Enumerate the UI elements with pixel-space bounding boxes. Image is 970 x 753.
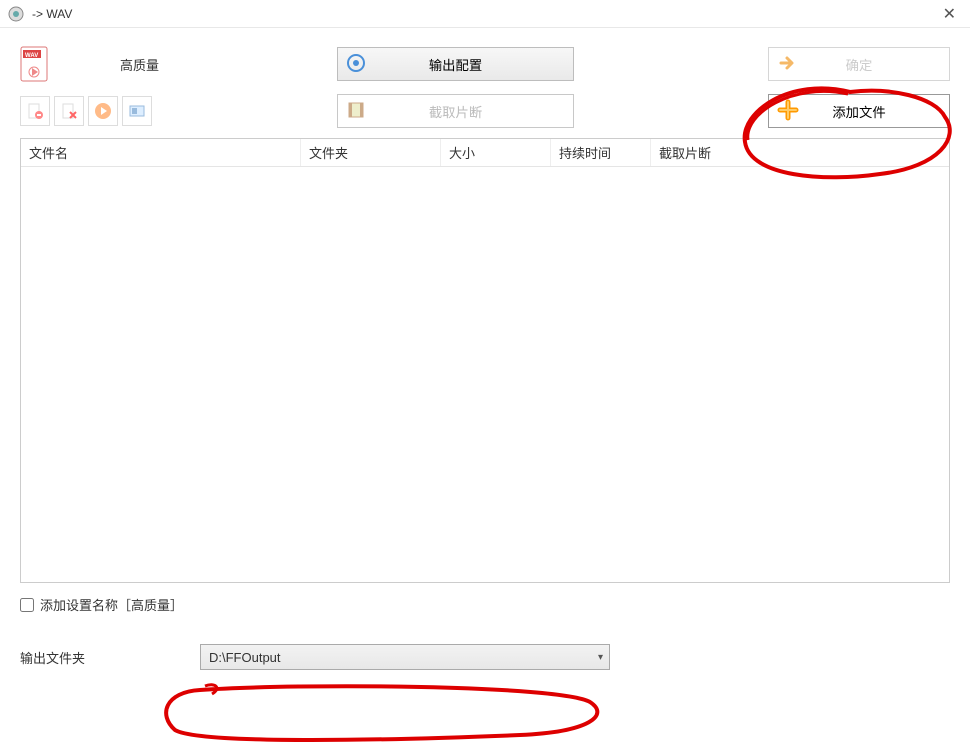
annotation-circle-output-folder: [150, 680, 630, 753]
output-folder-row: 输出文件夹 D:\FFOutput ▾: [20, 644, 950, 670]
chevron-down-icon: ▾: [598, 652, 603, 663]
file-table: 文件名 文件夹 大小 持续时间 截取片断: [20, 138, 950, 583]
table-body: [21, 167, 949, 587]
add-file-label: 添加文件: [832, 102, 885, 121]
th-folder[interactable]: 文件夹: [301, 139, 441, 166]
info-button[interactable]: [122, 96, 152, 126]
output-folder-value: D:\FFOutput: [209, 650, 281, 665]
delete-button[interactable]: [54, 96, 84, 126]
table-header: 文件名 文件夹 大小 持续时间 截取片断: [21, 139, 949, 167]
output-config-button[interactable]: 输出配置: [337, 47, 574, 81]
app-icon: [8, 6, 24, 22]
small-buttons: [20, 96, 152, 126]
ok-label: 确定: [846, 55, 873, 74]
output-folder-select[interactable]: D:\FFOutput ▾: [200, 644, 610, 670]
output-folder-label: 输出文件夹: [20, 648, 100, 667]
title-bar: -> WAV ✕: [0, 0, 970, 28]
th-duration[interactable]: 持续时间: [551, 139, 651, 166]
film-icon: [346, 100, 366, 123]
output-config-label: 输出配置: [429, 55, 482, 74]
quality-label: 高质量: [120, 55, 159, 74]
plus-icon: [777, 99, 799, 124]
clip-label: 截取片断: [429, 102, 482, 121]
th-size[interactable]: 大小: [441, 139, 551, 166]
add-file-button[interactable]: 添加文件: [768, 94, 950, 128]
add-settings-name-checkbox[interactable]: [20, 598, 34, 612]
add-settings-name-row: 添加设置名称［高质量］: [20, 595, 950, 614]
gear-icon: [346, 53, 366, 76]
remove-button[interactable]: [20, 96, 50, 126]
bottom-section: 添加设置名称［高质量］ 输出文件夹 D:\FFOutput ▾: [0, 583, 970, 682]
arrow-right-icon: [777, 53, 797, 76]
svg-text:WAV: WAV: [25, 53, 38, 59]
window-title: -> WAV: [32, 7, 937, 21]
clip-button[interactable]: 截取片断: [337, 94, 574, 128]
second-row: 截取片断 添加文件: [0, 88, 970, 138]
play-button[interactable]: [88, 96, 118, 126]
add-settings-name-label: 添加设置名称［高质量］: [40, 595, 183, 614]
top-row: WAV 高质量 输出配置 确定: [0, 28, 970, 88]
ok-button[interactable]: 确定: [768, 47, 950, 81]
close-button[interactable]: ✕: [937, 4, 962, 24]
th-filename[interactable]: 文件名: [21, 139, 301, 166]
th-clip[interactable]: 截取片断: [651, 139, 949, 166]
wav-format-icon: WAV: [20, 46, 48, 82]
